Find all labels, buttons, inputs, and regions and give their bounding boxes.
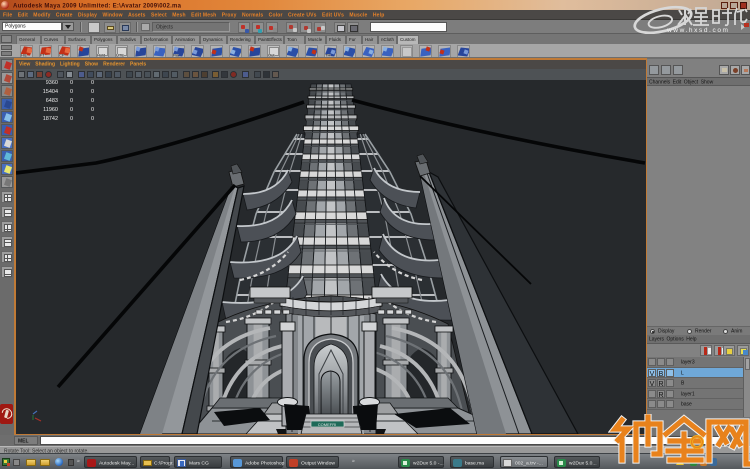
svg-text:www.hxsd.com: www.hxsd.com bbox=[666, 27, 730, 34]
svg-text:6483: 6483 bbox=[45, 98, 57, 104]
svg-text:COMEFRI: COMEFRI bbox=[317, 421, 335, 426]
svg-text:0: 0 bbox=[69, 116, 72, 122]
svg-text:11960: 11960 bbox=[43, 107, 58, 113]
svg-text:0: 0 bbox=[90, 107, 93, 113]
svg-text:0: 0 bbox=[69, 80, 72, 86]
svg-text:15404: 15404 bbox=[42, 89, 57, 95]
svg-text:9360: 9360 bbox=[45, 80, 57, 86]
svg-text:0: 0 bbox=[69, 89, 72, 95]
svg-text:0: 0 bbox=[69, 98, 72, 104]
svg-text:0: 0 bbox=[90, 98, 93, 104]
svg-text:18742: 18742 bbox=[42, 116, 57, 122]
svg-text:0: 0 bbox=[90, 89, 93, 95]
svg-text:0: 0 bbox=[90, 80, 93, 86]
svg-text:0: 0 bbox=[90, 116, 93, 122]
svg-text:0: 0 bbox=[69, 107, 72, 113]
